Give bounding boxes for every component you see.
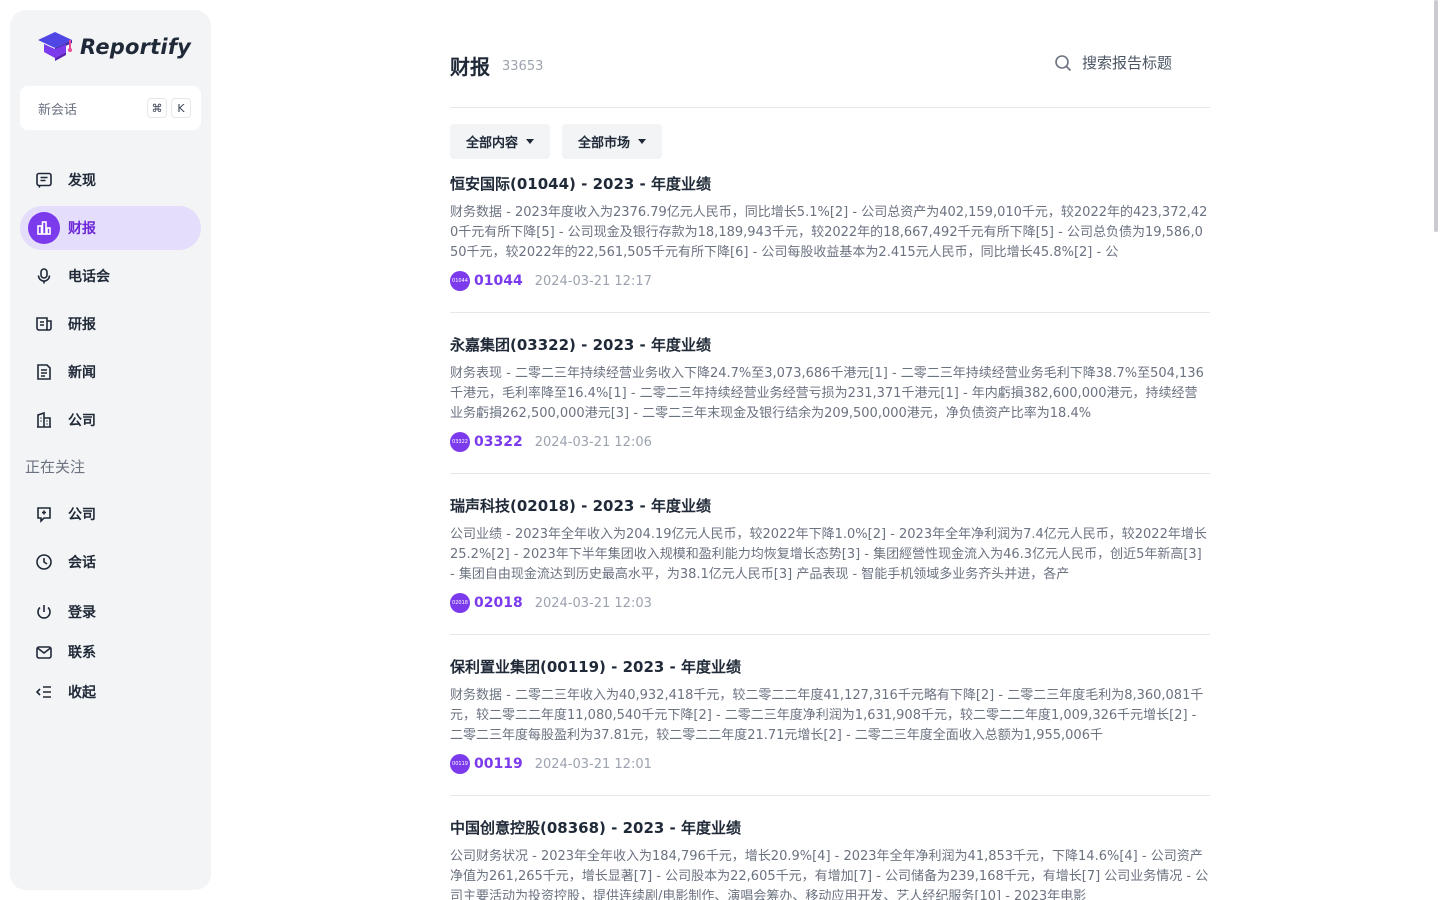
sidebar-item-label: 电话会 <box>68 269 110 285</box>
report-count: 33653 <box>502 59 544 74</box>
report-timestamp: 2024-03-21 12:03 <box>534 595 652 611</box>
sidebar-item-news[interactable]: 新闻 <box>20 350 201 394</box>
filter-label: 全部内容 <box>466 136 519 151</box>
list-divider <box>450 312 1210 313</box>
ticker-badge: 00119 <box>450 754 470 774</box>
following-section-title: 正在关注 <box>25 458 86 476</box>
filter-bar: 全部内容 全部市场 <box>450 124 674 159</box>
new-chat-button[interactable]: 新会话 ⌘ K <box>20 86 201 130</box>
sidebar-item-research[interactable]: 研报 <box>20 302 201 346</box>
logo-mark-icon <box>38 32 72 61</box>
report-card[interactable]: 中国创意控股(08368) - 2023 - 年度业绩 公司财务状况 - 202… <box>450 817 1210 900</box>
bookmark-icon <box>32 502 56 526</box>
sidebar-item-label: 财报 <box>68 221 96 237</box>
sidebar-item-label: 登录 <box>68 605 96 621</box>
report-summary: 财务表现 - 二零二三年持续经营业务收入下降24.7%至3,073,686千港元… <box>450 366 1204 421</box>
report-summary: 财务数据 - 2023年度收入为2376.79亿元人民币，同比增长5.1%[2]… <box>450 205 1208 260</box>
sidebar-item-calls[interactable]: 电话会 <box>20 254 201 298</box>
app-logo[interactable]: Reportify <box>36 30 191 64</box>
sidebar: Reportify 新会话 ⌘ K 发现 财报 电话会 研报 新闻 公司 正在关… <box>10 10 211 890</box>
ticker-link[interactable]: 02018 <box>474 595 523 611</box>
shortcut-key-cmd: ⌘ <box>147 98 167 118</box>
page-scrollbar[interactable] <box>1432 0 1440 900</box>
report-card[interactable]: 永嘉集团(03322) - 2023 - 年度业绩 财务表现 - 二零二三年持续… <box>450 334 1210 452</box>
sidebar-item-sessions[interactable]: 会话 <box>20 540 201 584</box>
report-card[interactable]: 瑞声科技(02018) - 2023 - 年度业绩 公司业绩 - 2023年全年… <box>450 495 1210 613</box>
report-meta: 01044 01044 2024-03-21 12:17 <box>450 271 1210 291</box>
list-divider <box>450 634 1210 635</box>
new-chat-label: 新会话 <box>38 102 78 118</box>
clock-icon <box>32 550 56 574</box>
report-title[interactable]: 瑞声科技(02018) - 2023 - 年度业绩 <box>450 495 1210 517</box>
report-title[interactable]: 恒安国际(01044) - 2023 - 年度业绩 <box>450 173 1210 195</box>
search-input[interactable]: 搜索报告标题 <box>1054 52 1172 73</box>
collapse-sidebar-button[interactable]: 收起 <box>20 674 201 710</box>
filter-label: 全部市场 <box>578 136 631 151</box>
contact-button[interactable]: 联系 <box>20 634 201 670</box>
sidebar-item-label: 公司 <box>68 507 96 523</box>
report-meta: 03322 03322 2024-03-21 12:06 <box>450 432 1210 452</box>
report-card[interactable]: 恒安国际(01044) - 2023 - 年度业绩 财务数据 - 2023年度收… <box>450 173 1210 291</box>
discover-icon <box>32 168 56 192</box>
report-summary: 公司财务状况 - 2023年全年收入为184,796千元，增长20.9%[4] … <box>450 849 1209 900</box>
report-card[interactable]: 保利置业集团(00119) - 2023 - 年度业绩 财务数据 - 二零二三年… <box>450 656 1210 774</box>
caret-down-icon <box>526 139 535 144</box>
microphone-icon <box>32 264 56 288</box>
login-button[interactable]: 登录 <box>20 594 201 630</box>
ticker-link[interactable]: 01044 <box>474 273 523 289</box>
ticker-link[interactable]: 00119 <box>474 756 523 772</box>
collapse-icon <box>32 680 56 704</box>
report-summary: 公司业绩 - 2023年全年收入为204.19亿元人民币，较2022年下降1.0… <box>450 527 1207 582</box>
search-placeholder: 搜索报告标题 <box>1081 54 1172 72</box>
sidebar-item-label: 新闻 <box>68 365 96 381</box>
list-divider <box>450 795 1210 796</box>
app-name: Reportify <box>80 35 192 59</box>
ticker-badge: 01044 <box>450 271 470 291</box>
sidebar-item-label: 会话 <box>68 555 96 571</box>
ticker-badge: 02018 <box>450 593 470 613</box>
bar-chart-icon <box>28 212 60 244</box>
report-meta: 00119 00119 2024-03-21 12:01 <box>450 754 1210 774</box>
report-meta: 02018 02018 2024-03-21 12:03 <box>450 593 1210 613</box>
report-title[interactable]: 中国创意控股(08368) - 2023 - 年度业绩 <box>450 817 1210 839</box>
list-divider <box>450 473 1210 474</box>
sidebar-item-companies[interactable]: 公司 <box>20 398 201 442</box>
research-report-icon <box>32 312 56 336</box>
caret-down-icon <box>638 139 647 144</box>
ticker-badge: 03322 <box>450 432 470 452</box>
page-title: 财报 <box>450 54 490 79</box>
content-filter-dropdown[interactable]: 全部内容 <box>450 124 551 159</box>
sidebar-item-label: 联系 <box>68 645 96 661</box>
market-filter-dropdown[interactable]: 全部市场 <box>562 124 663 159</box>
building-icon <box>32 408 56 432</box>
report-summary: 财务数据 - 二零二三年收入为40,932,418千元，较二零二二年度41,12… <box>450 688 1204 743</box>
sidebar-item-label: 公司 <box>68 413 96 429</box>
sidebar-item-following-companies[interactable]: 公司 <box>20 492 201 536</box>
report-timestamp: 2024-03-21 12:06 <box>534 434 652 450</box>
power-icon <box>32 600 56 624</box>
shortcut-key-k: K <box>171 98 191 118</box>
scrollbar-thumb[interactable] <box>1434 0 1438 232</box>
sidebar-item-earnings[interactable]: 财报 <box>20 206 201 250</box>
sidebar-item-label: 收起 <box>68 685 96 701</box>
mail-icon <box>32 640 56 664</box>
report-timestamp: 2024-03-21 12:17 <box>534 273 652 289</box>
sidebar-item-label: 研报 <box>68 317 96 333</box>
sidebar-item-discover[interactable]: 发现 <box>20 158 201 202</box>
report-title[interactable]: 永嘉集团(03322) - 2023 - 年度业绩 <box>450 334 1210 356</box>
search-icon <box>1055 54 1072 71</box>
page-header: 财报 33653 搜索报告标题 <box>450 50 1210 80</box>
report-timestamp: 2024-03-21 12:01 <box>534 756 652 772</box>
ticker-link[interactable]: 03322 <box>474 434 523 450</box>
sidebar-item-label: 发现 <box>68 173 96 189</box>
main-content: 财报 33653 搜索报告标题 全部内容 全部市场 恒安国际(01044) - … <box>450 0 1210 900</box>
newspaper-icon <box>32 360 56 384</box>
report-title[interactable]: 保利置业集团(00119) - 2023 - 年度业绩 <box>450 656 1210 678</box>
header-divider <box>450 107 1210 108</box>
